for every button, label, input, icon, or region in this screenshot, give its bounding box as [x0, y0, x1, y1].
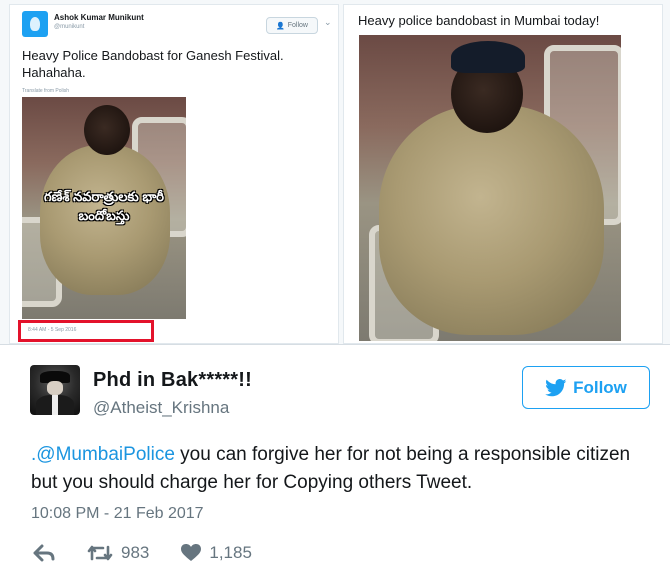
retweet-count: 983	[121, 543, 150, 562]
follow-button[interactable]: Follow	[522, 366, 650, 409]
quoted-follow-label: Follow	[287, 22, 308, 29]
translate-link: Translate from Polish	[22, 88, 70, 94]
quoted-tweet-photo: గణేశ్ నవరాత్రులకు భారీ బందోబస్తు	[22, 97, 186, 319]
quoted-author-avatar	[22, 11, 48, 37]
avatar[interactable]	[30, 365, 80, 415]
like-button[interactable]: 1,185	[181, 543, 252, 563]
quoted-tweet-text: Heavy Police Bandobast for Ganesh Festiv…	[22, 48, 284, 80]
tweet-actions: 983 1,185	[33, 541, 284, 565]
like-count: 1,185	[209, 543, 252, 562]
author-display-name[interactable]: Phd in Bak*****!!	[93, 369, 252, 392]
news-image-panel: Heavy police bandobast in Mumbai today!	[343, 4, 663, 344]
reply-button[interactable]	[33, 544, 55, 562]
chevron-down-icon: ⌄	[324, 17, 332, 27]
photo-overlay-text: గణేశ్ నవరాత్రులకు భారీ బందోబస్తు	[44, 189, 164, 223]
image-collage: Ashok Kumar Munikunt @munikunt 👤 Follow …	[0, 0, 670, 344]
retweet-icon	[87, 545, 113, 561]
retweet-button[interactable]: 983	[87, 543, 149, 563]
police-officer-photo	[359, 35, 621, 341]
quoted-tweet-screenshot: Ashok Kumar Munikunt @munikunt 👤 Follow …	[9, 4, 339, 344]
quoted-author-handle: @munikunt	[54, 24, 85, 30]
reply-icon	[33, 544, 55, 562]
tweet-timestamp[interactable]: 10:08 PM - 21 Feb 2017	[31, 505, 204, 523]
follow-label: Follow	[573, 377, 627, 397]
author-handle[interactable]: @Atheist_Krishna	[93, 398, 229, 418]
news-image-caption: Heavy police bandobast in Mumbai today!	[358, 13, 600, 28]
tweet-text: .@MumbaiPolice you can forgive her for n…	[31, 441, 651, 497]
twitter-bird-icon	[545, 378, 567, 396]
quoted-author-name: Ashok Kumar Munikunt	[54, 13, 144, 22]
add-user-icon: 👤	[276, 22, 285, 30]
divider	[0, 344, 670, 345]
heart-icon	[181, 544, 202, 561]
mention-link[interactable]: .@MumbaiPolice	[31, 444, 175, 465]
red-highlight-box	[18, 320, 154, 342]
quoted-follow-button: 👤 Follow	[266, 17, 318, 34]
